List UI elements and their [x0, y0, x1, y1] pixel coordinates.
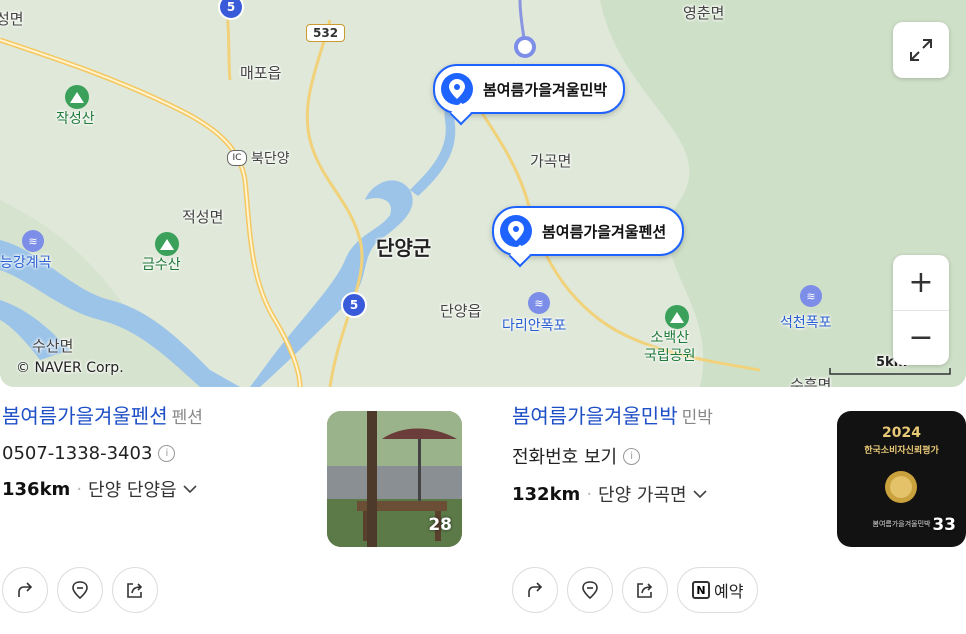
zoom-in-button[interactable]: + — [893, 256, 949, 311]
zoom-control: + − — [893, 255, 949, 365]
address: 단양 가곡면 — [598, 485, 687, 506]
map-label: 매포읍 — [240, 64, 282, 82]
mountain-icon — [155, 232, 179, 256]
separator-dot: · — [76, 478, 83, 500]
map-label: 성면 — [0, 10, 24, 28]
map-label: 금수산 — [142, 257, 181, 273]
separator-dot: · — [586, 483, 593, 505]
directions-button[interactable] — [512, 567, 558, 613]
map-label: 능강계곡 — [0, 255, 52, 271]
map-label: 작성산 — [56, 111, 95, 127]
reserve-button[interactable]: N 예약 — [677, 567, 759, 613]
place-category: 민박 — [681, 408, 713, 428]
place-photo[interactable]: 28 — [327, 411, 462, 547]
map-label: 다리안폭포 — [502, 318, 567, 334]
map-label: 가곡면 — [530, 152, 572, 170]
zoom-out-button[interactable]: − — [893, 311, 949, 365]
photo-count: 28 — [428, 515, 452, 535]
phone-row[interactable]: 0507-1338-3403 i — [2, 443, 203, 464]
phone-view-link[interactable]: 전화번호 보기 — [512, 443, 617, 469]
result-card[interactable]: 봄여름가을겨울펜션 펜션 0507-1338-3403 i 136km · 단양 … — [2, 400, 203, 502]
distance: 132km — [512, 483, 581, 505]
info-icon[interactable]: i — [623, 447, 641, 465]
phone-row[interactable]: 전화번호 보기 i — [512, 443, 713, 469]
map-label: 적성면 — [182, 208, 224, 226]
info-icon[interactable]: i — [158, 445, 176, 462]
phone-number[interactable]: 0507-1338-3403 — [2, 443, 152, 464]
map-label: 단양읍 — [440, 302, 482, 320]
directions-button[interactable] — [2, 567, 48, 613]
chevron-down-icon[interactable] — [183, 484, 197, 494]
ic-badge: IC — [227, 150, 247, 166]
save-place-button[interactable] — [567, 567, 613, 613]
location-save-icon — [72, 581, 88, 600]
place-photo[interactable]: 2024 한국소비자신뢰평가 봄여름가을겨울민박 33 — [837, 411, 966, 547]
naver-booking-icon: N — [692, 581, 710, 599]
location-pin-icon — [441, 73, 473, 105]
share-button[interactable] — [112, 567, 158, 613]
address: 단양 단양읍 — [88, 480, 177, 501]
photo-count: 33 — [932, 515, 956, 535]
location-pin-icon — [500, 215, 532, 247]
chevron-down-icon[interactable] — [693, 489, 707, 499]
award-year: 2024 — [882, 425, 921, 441]
medal-icon — [885, 471, 917, 503]
directions-icon — [528, 582, 543, 597]
share-icon — [637, 583, 653, 598]
distance-row[interactable]: 136km · 단양 단양읍 — [2, 476, 203, 502]
pin-label: 봄여름가을겨울펜션 — [542, 222, 667, 241]
location-save-icon — [582, 581, 598, 600]
result-title[interactable]: 봄여름가을겨울민박 민박 — [512, 400, 713, 429]
highway-shield: 5 — [341, 292, 367, 318]
waterfall-icon: ≋ — [22, 230, 44, 252]
map-pin-pension[interactable]: 봄여름가을겨울펜션 — [492, 206, 685, 268]
result-title[interactable]: 봄여름가을겨울펜션 펜션 — [2, 400, 203, 429]
copyright: © NAVER Corp. — [16, 360, 124, 376]
road-shield: 532 — [306, 24, 346, 42]
map-label: 북단양 — [251, 151, 290, 167]
expand-map-button[interactable] — [893, 22, 949, 78]
save-place-button[interactable] — [57, 567, 103, 613]
mountain-icon — [665, 305, 689, 329]
directions-icon — [18, 582, 33, 597]
waterfall-icon: ≋ — [800, 285, 822, 307]
map[interactable]: 성면 영춘면 매포읍 작성산 IC 북단양 적성면 ≋ 능강계곡 금수산 수산면… — [0, 0, 966, 387]
award-title: 한국소비자신뢰평가 — [864, 446, 939, 456]
distance-row[interactable]: 132km · 단양 가곡면 — [512, 481, 713, 507]
map-label: 단양군 — [376, 236, 432, 260]
waterfall-icon: ≋ — [528, 292, 550, 314]
map-label: 소백산 국립공원 — [644, 330, 696, 364]
pin-label: 봄여름가을겨울민박 — [483, 80, 608, 99]
place-name[interactable]: 봄여름가을겨울민박 — [512, 404, 678, 428]
distance: 136km — [2, 478, 71, 500]
reserve-label: 예약 — [714, 582, 744, 601]
map-label: 영춘면 — [683, 4, 725, 22]
map-label: 석천폭포 — [780, 315, 832, 331]
share-button[interactable] — [622, 567, 668, 613]
map-label: 수산면 — [32, 337, 74, 355]
map-label: 수흥면 — [790, 376, 832, 387]
mountain-icon — [65, 85, 89, 109]
map-pin-minbak[interactable]: 봄여름가을겨울민박 — [433, 64, 626, 126]
expand-icon — [910, 39, 932, 61]
share-icon — [127, 583, 143, 598]
result-card[interactable]: 봄여름가을겨울민박 민박 전화번호 보기 i 132km · 단양 가곡면 — [512, 400, 713, 507]
place-name[interactable]: 봄여름가을겨울펜션 — [2, 404, 168, 428]
place-category: 펜션 — [171, 408, 203, 428]
